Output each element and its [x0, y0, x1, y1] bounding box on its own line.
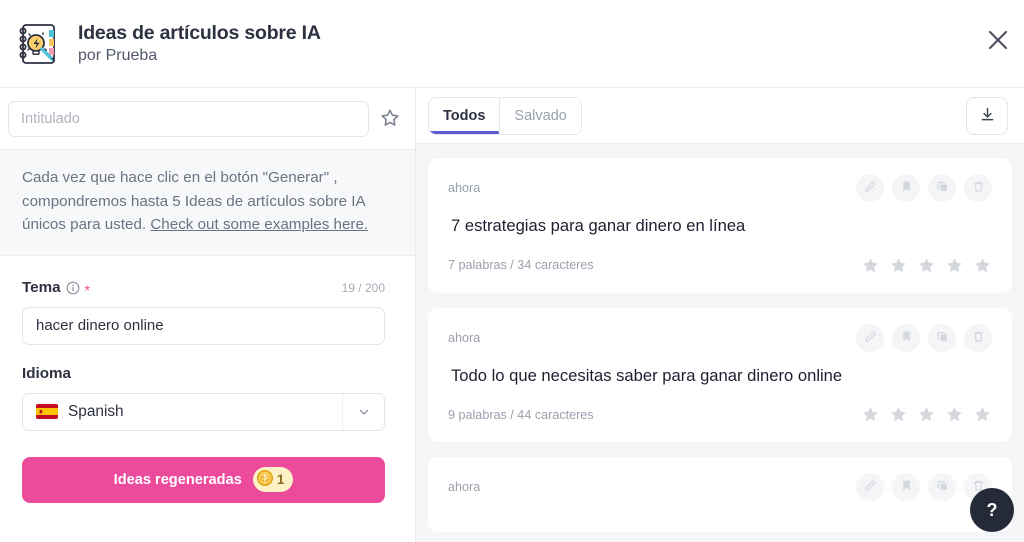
card-timestamp: ahora [448, 181, 480, 195]
coin-icon [256, 469, 274, 490]
bookmark-button[interactable] [892, 473, 920, 501]
close-button[interactable] [980, 22, 1016, 58]
card-header: ahora [448, 324, 992, 352]
required-marker: * [85, 283, 90, 297]
table-row[interactable]: ahora [428, 158, 1012, 293]
favorite-button[interactable] [377, 106, 403, 132]
page-subtitle: por Prueba [78, 46, 321, 66]
credit-count: 1 [277, 472, 285, 487]
card-actions [856, 324, 992, 352]
delete-button[interactable] [964, 324, 992, 352]
chevron-down-icon[interactable] [342, 394, 384, 430]
main-body: Cada vez que hace clic en el botón "Gene… [0, 88, 1024, 542]
tab-salvado[interactable]: Salvado [499, 98, 580, 134]
card-title: Todo lo que necesitas saber para ganar d… [448, 365, 992, 387]
topic-label: Tema [22, 279, 61, 296]
tab-todos[interactable]: Todos [429, 98, 499, 134]
edit-button[interactable] [856, 324, 884, 352]
document-title-row [0, 88, 415, 149]
star-icon[interactable] [861, 405, 880, 424]
card-title: 7 estrategias para ganar dinero en línea [448, 215, 992, 237]
rating-stars[interactable] [861, 405, 992, 424]
copy-button[interactable] [928, 324, 956, 352]
results-list: ahora [416, 144, 1024, 542]
copy-icon [936, 479, 949, 495]
notebook-idea-icon [12, 18, 64, 70]
page-title: Ideas de artículos sobre IA [78, 21, 321, 45]
header-text-block: Ideas de artículos sobre IA por Prueba [78, 21, 321, 66]
info-circle-icon[interactable] [66, 281, 80, 295]
trash-icon [972, 330, 985, 346]
bookmark-icon [900, 330, 913, 346]
star-icon[interactable] [861, 256, 880, 275]
bookmark-button[interactable] [892, 174, 920, 202]
bookmark-button[interactable] [892, 324, 920, 352]
rating-stars[interactable] [861, 256, 992, 275]
trash-icon [972, 180, 985, 196]
card-actions [856, 174, 992, 202]
language-label-row: Idioma [22, 364, 385, 384]
card-header: ahora [448, 174, 992, 202]
left-panel: Cada vez que hace clic en el botón "Gene… [0, 88, 416, 542]
copy-icon [936, 180, 949, 196]
bookmark-icon [900, 479, 913, 495]
results-tabs: Todos Salvado [428, 97, 582, 135]
language-select[interactable]: Spanish [22, 393, 385, 431]
results-toolbar: Todos Salvado [416, 88, 1024, 144]
star-icon[interactable] [945, 405, 964, 424]
star-icon[interactable] [889, 256, 908, 275]
copy-icon [936, 330, 949, 346]
generate-button-wrap: Ideas regeneradas 1 [0, 457, 415, 503]
app-root: Ideas de artículos sobre IA por Prueba [0, 0, 1024, 542]
spain-flag-icon [36, 404, 58, 419]
delete-button[interactable] [964, 174, 992, 202]
card-footer: 9 palabras / 44 caracteres [448, 405, 992, 424]
generate-button-label: Ideas regeneradas [114, 472, 242, 488]
card-actions [856, 473, 992, 501]
credit-badge: 1 [253, 467, 294, 492]
edit-button[interactable] [856, 174, 884, 202]
topic-input[interactable] [22, 307, 385, 345]
card-meta: 7 palabras / 34 caracteres [448, 258, 594, 272]
document-title-input[interactable] [8, 101, 369, 137]
star-icon[interactable] [917, 256, 936, 275]
examples-link[interactable]: Check out some examples here. [150, 216, 368, 233]
star-icon[interactable] [889, 405, 908, 424]
card-timestamp: ahora [448, 480, 480, 494]
info-banner: Cada vez que hace clic en el botón "Gene… [0, 149, 415, 256]
star-icon[interactable] [917, 405, 936, 424]
card-timestamp: ahora [448, 331, 480, 345]
topic-field: Tema * 19 / 200 [0, 278, 415, 345]
bookmark-icon [900, 180, 913, 196]
info-banner-text: Cada vez que hace clic en el botón "Gene… [22, 166, 385, 237]
topic-char-counter: 19 / 200 [342, 281, 385, 295]
topic-label-row: Tema * 19 / 200 [22, 278, 385, 298]
star-icon[interactable] [973, 256, 992, 275]
close-icon [987, 29, 1009, 51]
edit-icon [864, 180, 877, 196]
card-header: ahora [448, 473, 992, 501]
generate-button[interactable]: Ideas regeneradas 1 [22, 457, 385, 503]
star-outline-icon [379, 107, 401, 132]
language-selected-value: Spanish [68, 403, 124, 421]
language-field: Idioma Spanish [0, 364, 415, 431]
star-icon[interactable] [973, 405, 992, 424]
download-button[interactable] [966, 97, 1008, 135]
download-icon [979, 106, 996, 126]
table-row[interactable]: ahora [428, 308, 1012, 443]
card-meta: 9 palabras / 44 caracteres [448, 408, 594, 422]
right-panel: Todos Salvado [416, 88, 1024, 542]
edit-icon [864, 479, 877, 495]
language-label: Idioma [22, 365, 71, 382]
copy-button[interactable] [928, 174, 956, 202]
table-row[interactable]: ahora [428, 457, 1012, 532]
copy-button[interactable] [928, 473, 956, 501]
help-button[interactable]: ? [970, 488, 1014, 532]
app-header: Ideas de artículos sobre IA por Prueba [0, 0, 1024, 88]
question-mark-icon: ? [987, 500, 998, 521]
edit-icon [864, 330, 877, 346]
edit-button[interactable] [856, 473, 884, 501]
card-footer: 7 palabras / 34 caracteres [448, 256, 992, 275]
star-icon[interactable] [945, 256, 964, 275]
